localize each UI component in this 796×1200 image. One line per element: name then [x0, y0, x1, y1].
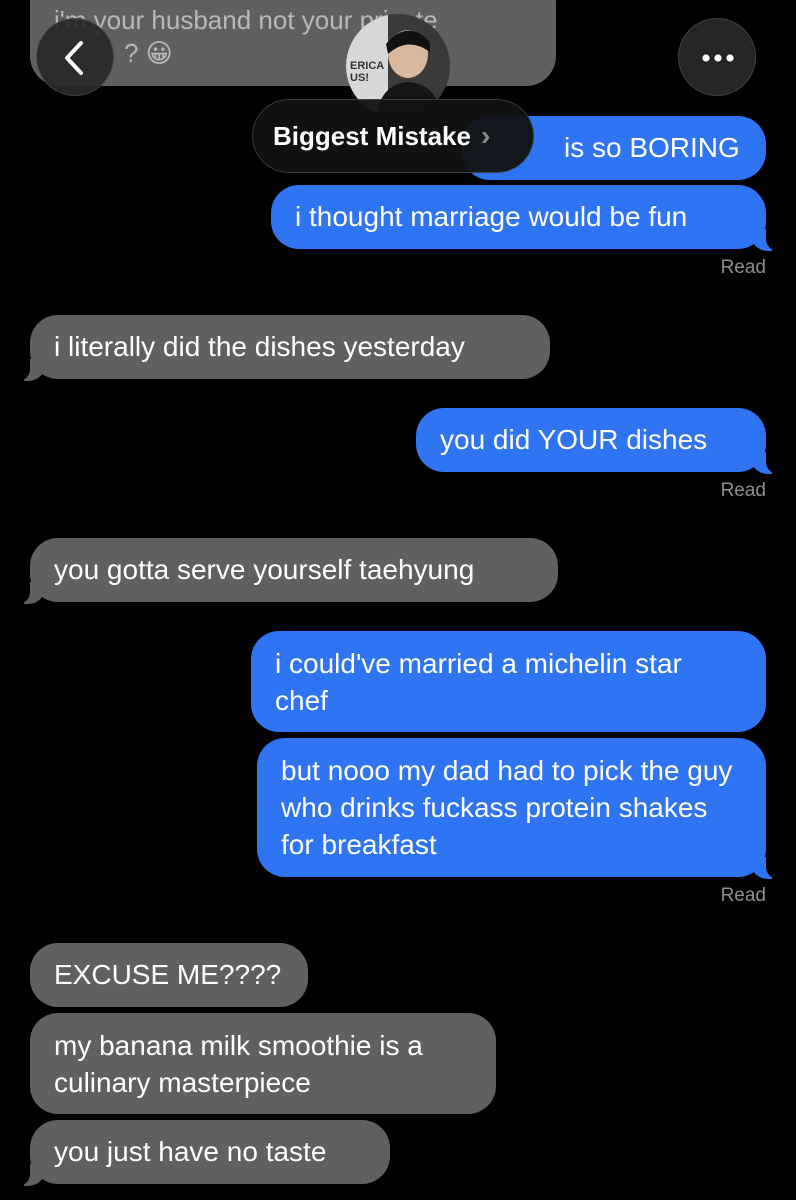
- message-bubble-outgoing[interactable]: i could've married a michelin star chef: [251, 631, 766, 732]
- message-text: but nooo my dad had to pick the guy who …: [281, 755, 733, 860]
- message-bubble-incoming[interactable]: you gotta serve yourself taehyung: [16, 538, 558, 604]
- message-boring-text: is so BORING: [564, 132, 740, 163]
- message-bubble-incoming[interactable]: my banana milk smoothie is a culinary ma…: [30, 1013, 496, 1114]
- message-text: you just have no taste: [54, 1136, 327, 1167]
- message-partial-top-text2: ? 😀: [124, 38, 173, 68]
- message-text: my banana milk smoothie is a culinary ma…: [54, 1030, 423, 1098]
- avatar-background-text: ERICA US!: [350, 60, 385, 84]
- message-text: i could've married a michelin star chef: [275, 648, 682, 716]
- read-receipt: Read: [720, 257, 766, 278]
- message-bubble-incoming[interactable]: i literally did the dishes yesterday: [16, 315, 550, 381]
- message-bubble-outgoing[interactable]: but nooo my dad had to pick the guy who …: [257, 738, 780, 879]
- message-partial-top-text: i'm your husband not your private: [54, 5, 438, 35]
- read-receipt: Read: [720, 480, 766, 501]
- message-text: i thought marriage would be fun: [295, 201, 688, 232]
- message-text: EXCUSE ME????: [54, 959, 282, 990]
- chevron-right-icon: ›: [480, 120, 491, 151]
- message-bubble-outgoing[interactable]: i thought marriage would be fun: [271, 185, 780, 251]
- read-receipt: Read: [720, 885, 766, 906]
- message-bubble-incoming[interactable]: EXCUSE ME????: [30, 943, 308, 1007]
- back-button[interactable]: [36, 18, 114, 96]
- contact-name: Biggest Mistake: [273, 120, 471, 151]
- message-bubble-outgoing[interactable]: you did YOUR dishes: [416, 408, 780, 474]
- message-bubble-incoming[interactable]: you just have no taste: [16, 1120, 390, 1186]
- contact-name-pill[interactable]: Biggest Mistake ›: [252, 99, 534, 173]
- ellipsis-icon: [702, 54, 734, 62]
- message-text: i literally did the dishes yesterday: [54, 331, 465, 362]
- message-text: you did YOUR dishes: [440, 424, 708, 455]
- chevron-left-icon: [65, 41, 83, 75]
- message-text: you gotta serve yourself taehyung: [54, 554, 475, 585]
- more-options-button[interactable]: [678, 18, 756, 96]
